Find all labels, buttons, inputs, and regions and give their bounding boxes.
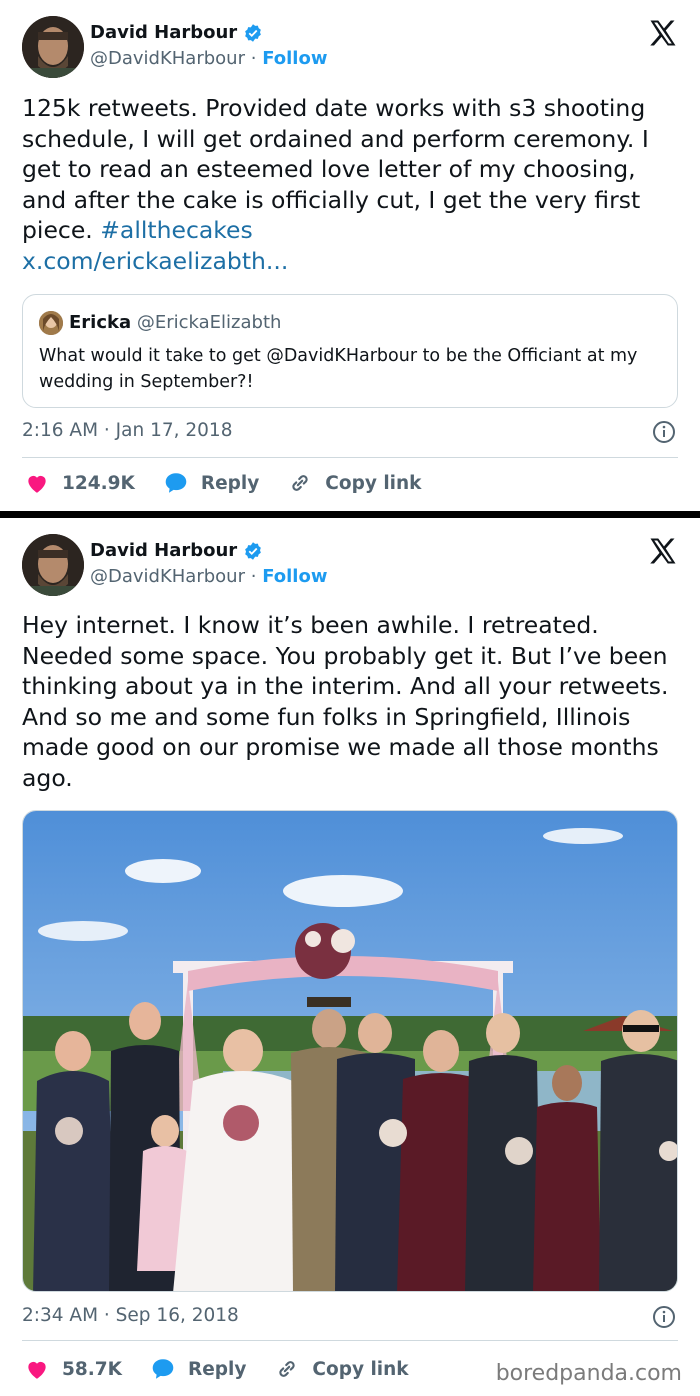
quote-text: What would it take to get @DavidKHarbour… (39, 346, 638, 392)
reply-button[interactable]: Reply (150, 1356, 246, 1382)
copy-link-button[interactable]: Copy link (287, 470, 421, 496)
tweet-text: 125k retweets. Provided date works with … (22, 93, 682, 276)
copy-link-label: Copy link (325, 472, 422, 494)
author-name[interactable]: David Harbour (90, 540, 237, 561)
url-link[interactable]: x.com/erickaelizabth... (22, 247, 288, 275)
handle-separator: · (250, 48, 263, 69)
like-count: 58.7K (62, 1358, 122, 1380)
watermark: boredpanda.com (495, 1361, 682, 1386)
like-button[interactable]: 124.9K (24, 470, 135, 496)
author-avatar[interactable] (22, 16, 84, 78)
divider (22, 457, 678, 458)
hashtag-link[interactable]: #allthecakes (100, 216, 253, 244)
tweet-actions: 124.9K Reply Copy link (24, 470, 449, 496)
quote-avatar[interactable] (39, 311, 63, 335)
heart-icon (28, 475, 46, 493)
author-avatar[interactable] (22, 534, 84, 596)
follow-button[interactable]: Follow (262, 566, 327, 587)
info-icon[interactable] (652, 420, 676, 444)
reply-label: Reply (200, 472, 260, 494)
tweet-timestamp[interactable]: 2:34 AM · Sep 16, 2018 (22, 1305, 239, 1326)
copy-link-label: Copy link (312, 1358, 409, 1380)
quote-author-handle[interactable]: @ErickaElizabth (137, 312, 282, 333)
reply-bubble-icon (152, 1359, 174, 1379)
tweet-actions: 58.7K Reply Copy link (24, 1356, 437, 1382)
like-count: 124.9K (62, 472, 135, 494)
tweet-divider (0, 511, 700, 518)
wedding-photo[interactable] (22, 810, 678, 1292)
quote-author-name[interactable]: Ericka (69, 312, 131, 333)
divider (22, 1340, 678, 1341)
tweet-timestamp[interactable]: 2:16 AM · Jan 17, 2018 (22, 420, 232, 441)
copy-link-button[interactable]: Copy link (274, 1356, 409, 1382)
like-button[interactable]: 58.7K (24, 1356, 122, 1382)
reply-button[interactable]: Reply (163, 470, 259, 496)
handle-separator: · (250, 566, 263, 587)
author-handle[interactable]: @DavidKHarbour (90, 48, 245, 69)
heart-icon (28, 1361, 46, 1379)
link-icon (279, 1361, 296, 1377)
info-icon[interactable] (652, 1305, 676, 1329)
author-handle[interactable]: @DavidKHarbour (90, 566, 245, 587)
quoted-tweet[interactable]: Ericka @ErickaElizabth What would it tak… (22, 294, 678, 408)
verified-badge-icon (245, 541, 262, 560)
reply-label: Reply (187, 1358, 247, 1380)
follow-button[interactable]: Follow (262, 48, 327, 69)
tweet-card-1: David Harbour @DavidKHarbour · Follow 12… (0, 0, 700, 512)
x-logo-icon[interactable] (648, 18, 678, 48)
tweet-text: Hey internet. I know it’s been awhile. I… (22, 611, 669, 792)
reply-bubble-icon (165, 473, 187, 493)
author-name[interactable]: David Harbour (90, 22, 237, 43)
verified-badge-icon (245, 23, 262, 42)
tweet-card-2: David Harbour @DavidKHarbour · Follow He… (0, 518, 700, 1396)
link-icon (292, 475, 308, 491)
x-logo-icon[interactable] (648, 536, 678, 566)
wedding-group-image (23, 811, 677, 1291)
